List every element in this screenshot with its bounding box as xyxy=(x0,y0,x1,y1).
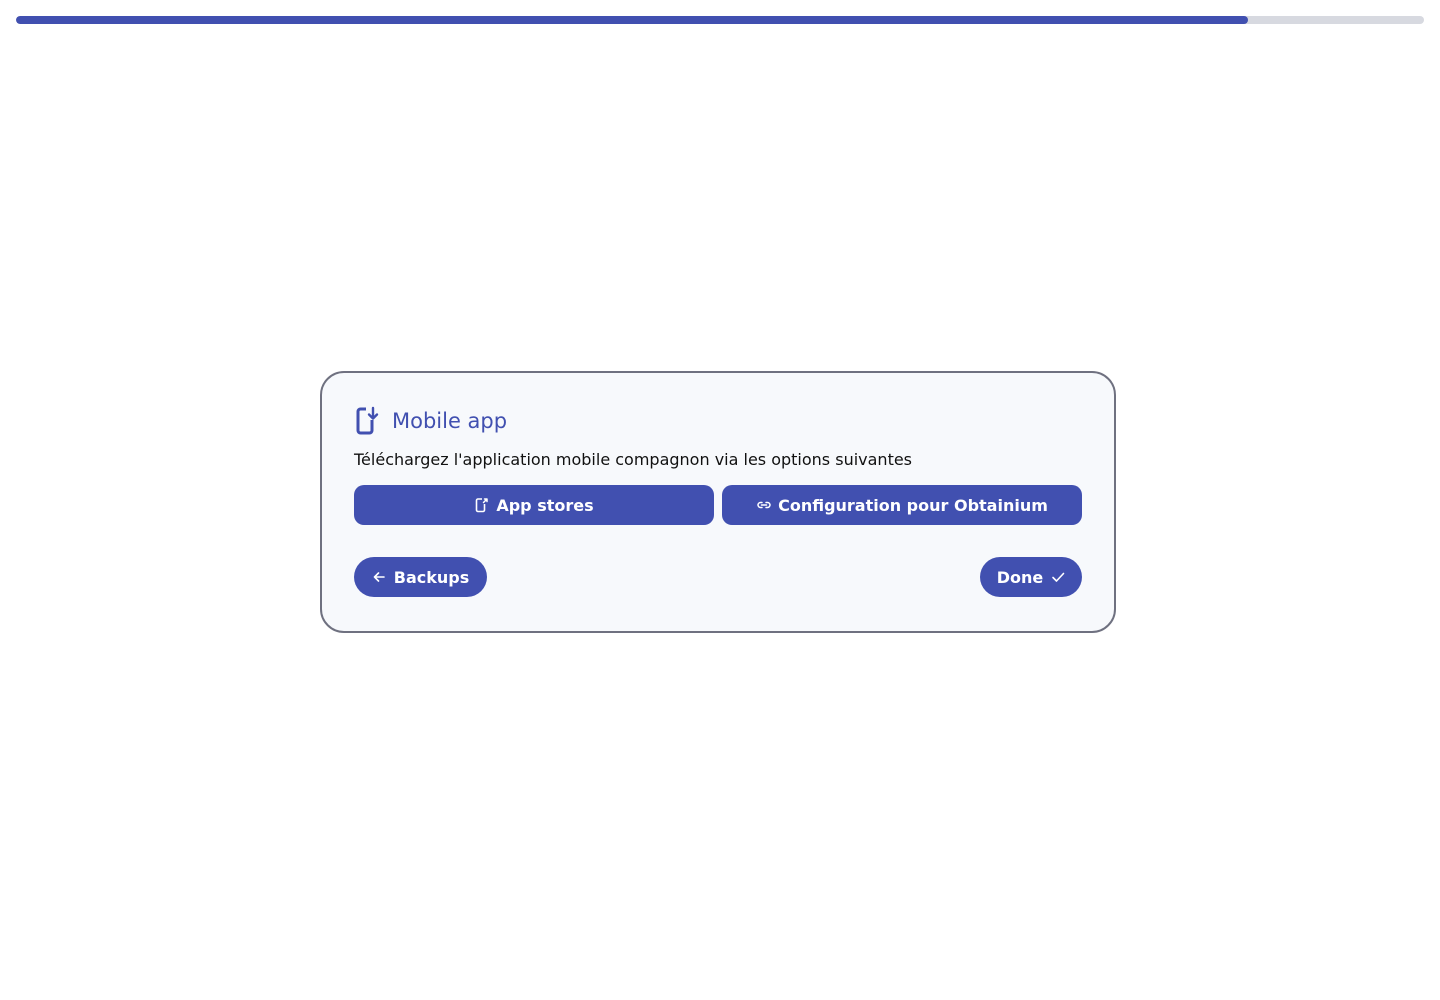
mobile-app-card: Mobile app Téléchargez l'application mob… xyxy=(320,371,1116,633)
check-icon xyxy=(1051,569,1065,585)
back-button[interactable]: Backups xyxy=(354,557,487,597)
obtainium-config-label: Configuration pour Obtainium xyxy=(778,495,1048,515)
obtainium-config-button[interactable]: Configuration pour Obtainium xyxy=(722,485,1082,525)
app-stores-label: App stores xyxy=(496,495,594,515)
back-button-label: Backups xyxy=(393,567,470,587)
card-header: Mobile app xyxy=(354,405,1082,437)
action-buttons: App stores Configuration pour Obtainium xyxy=(354,485,1082,525)
app-stores-button[interactable]: App stores xyxy=(354,485,714,525)
link-icon xyxy=(756,497,772,513)
progress-bar xyxy=(16,16,1424,24)
phone-download-icon xyxy=(354,405,382,437)
done-button-label: Done xyxy=(996,567,1044,587)
card-description: Téléchargez l'application mobile compagn… xyxy=(354,450,913,469)
phone-external-icon xyxy=(474,497,490,513)
arrow-left-icon xyxy=(372,569,386,585)
wizard-navigation: Backups Done xyxy=(354,557,1082,597)
progress-bar-fill xyxy=(16,16,1248,24)
card-title: Mobile app xyxy=(392,409,508,433)
done-button[interactable]: Done xyxy=(980,557,1082,597)
